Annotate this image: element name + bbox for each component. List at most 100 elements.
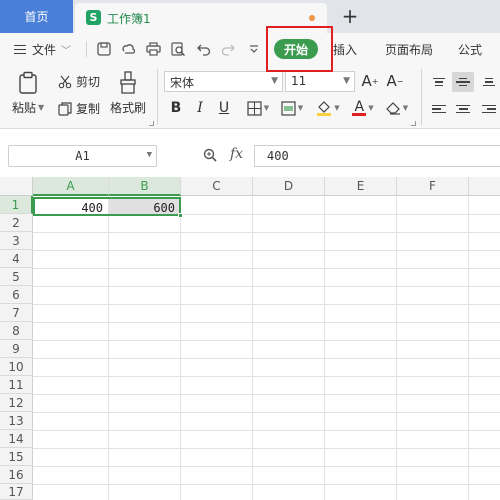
undo-icon[interactable] [196, 41, 212, 57]
spreadsheet-icon: S [86, 10, 101, 25]
row-header-2[interactable]: 2 [0, 214, 33, 232]
align-bottom-button[interactable] [478, 72, 500, 92]
name-box[interactable]: A1 ▼ [8, 145, 157, 167]
hamburger-icon [14, 45, 26, 54]
print-icon[interactable] [145, 41, 161, 57]
formula-input[interactable]: 400 [254, 145, 500, 167]
borders-button[interactable]: ▼ [244, 99, 272, 117]
clear-format-button[interactable]: ▼ [384, 99, 410, 117]
decrease-font-size-button[interactable]: A − [386, 72, 404, 90]
eraser-icon [385, 102, 400, 115]
caret-down-icon: ▼ [343, 76, 350, 86]
customize-toolbar-icon[interactable] [246, 41, 262, 57]
row-header-17[interactable]: 17 [0, 484, 33, 500]
column-header-a[interactable]: A [33, 177, 109, 196]
cut-button[interactable]: 剪切 [58, 73, 100, 90]
align-center-button[interactable] [452, 99, 474, 119]
row-header-7[interactable]: 7 [0, 304, 33, 322]
gridline [252, 196, 253, 500]
column-header-e[interactable]: E [325, 177, 397, 196]
new-tab-button[interactable]: + [338, 4, 362, 28]
row-header-13[interactable]: 13 [0, 412, 33, 430]
tab-page-layout[interactable]: 页面布局 [385, 41, 433, 58]
tab-workbook-label: 工作簿1 [107, 12, 151, 26]
column-header-b[interactable]: B [109, 177, 181, 196]
font-color-button[interactable]: A ▼ [350, 99, 376, 117]
chevron-down-icon: ﹀ [61, 46, 72, 57]
gridline [324, 196, 325, 500]
gridline [33, 430, 500, 431]
select-all-corner[interactable] [0, 177, 33, 196]
column-header-f[interactable]: F [397, 177, 469, 196]
gridline [33, 484, 500, 485]
font-color-swatch [352, 112, 367, 116]
redo-icon[interactable] [220, 41, 236, 57]
save-icon[interactable] [96, 41, 112, 57]
format-painter-button[interactable]: 格式刷 [110, 71, 146, 116]
font-size-select[interactable]: 11 ▼ [285, 71, 355, 92]
fill-color-button[interactable]: ▼ [314, 99, 342, 117]
cell-b1[interactable]: 600 [109, 199, 179, 217]
align-middle-button[interactable] [452, 72, 474, 92]
clipboard-group-expand-icon[interactable] [149, 121, 154, 126]
print-preview-icon[interactable] [170, 41, 186, 57]
row-header-1[interactable]: 1 [0, 196, 33, 214]
file-menu-button[interactable]: 文件 ﹀ [14, 41, 71, 58]
align-top-button[interactable] [428, 72, 450, 92]
zoom-icon[interactable] [203, 148, 217, 162]
spreadsheet-grid[interactable]: A B C D E F 1 2 3 4 5 6 7 8 9 10 11 12 1… [0, 177, 500, 500]
align-right-button[interactable] [478, 99, 500, 119]
tab-formula[interactable]: 公式 [458, 41, 482, 58]
font-name-select[interactable]: 宋体 ▼ [164, 71, 283, 92]
row-header-6[interactable]: 6 [0, 286, 33, 304]
italic-button[interactable]: I [191, 99, 209, 117]
clipboard-icon [19, 71, 37, 94]
row-header-5[interactable]: 5 [0, 268, 33, 286]
column-header-d[interactable]: D [253, 177, 325, 196]
cloud-sync-icon[interactable] [120, 41, 136, 57]
insert-function-button[interactable]: fx [230, 146, 243, 162]
gridline [33, 466, 500, 467]
underline-button[interactable]: U [215, 99, 233, 117]
row-header-11[interactable]: 11 [0, 376, 33, 394]
gridline [108, 196, 109, 500]
tab-home[interactable]: 首页 [0, 0, 73, 33]
row-header-9[interactable]: 9 [0, 340, 33, 358]
row-header-8[interactable]: 8 [0, 322, 33, 340]
row-header-16[interactable]: 16 [0, 466, 33, 484]
file-menu-label: 文件 [32, 43, 57, 57]
copy-button[interactable]: 复制 [58, 100, 100, 117]
gridline [396, 196, 397, 500]
separator [157, 69, 158, 125]
row-header-4[interactable]: 4 [0, 250, 33, 268]
increase-font-size-button[interactable]: A + [361, 72, 379, 90]
formula-bar: A1 ▼ fx 400 [0, 129, 500, 179]
menu-bar: 文件 ﹀ 开始 插入 页面布局 公式 [0, 33, 500, 65]
highlight-box [266, 26, 333, 72]
gridline [33, 250, 500, 251]
row-header-10[interactable]: 10 [0, 358, 33, 376]
format-painter-label: 格式刷 [110, 101, 147, 115]
gridline [468, 196, 469, 500]
ribbon: 粘贴 ▼ 剪切 复制 格式刷 宋体 ▼ 11 ▼ A + A − B I U ▼ ▼ [0, 65, 500, 129]
gridline [33, 448, 500, 449]
column-header-c[interactable]: C [181, 177, 253, 196]
row-header-14[interactable]: 14 [0, 430, 33, 448]
row-header-3[interactable]: 3 [0, 232, 33, 250]
row-header-12[interactable]: 12 [0, 394, 33, 412]
name-box-value: A1 [75, 149, 90, 163]
cell-a1[interactable]: 400 [35, 199, 107, 217]
font-name-value: 宋体 [170, 76, 195, 90]
align-left-button[interactable] [428, 99, 450, 119]
gridline [33, 376, 500, 377]
font-group-expand-icon[interactable] [411, 121, 416, 126]
gridline [33, 412, 500, 413]
cell-style-button[interactable]: ▼ [278, 99, 306, 117]
row-header-15[interactable]: 15 [0, 448, 33, 466]
paste-button[interactable]: 粘贴 ▼ [12, 71, 44, 116]
column-header-g-partial[interactable] [469, 177, 500, 196]
bold-button[interactable]: B [167, 99, 185, 117]
paint-bucket-icon [317, 101, 332, 116]
gridline [33, 340, 500, 341]
tab-insert[interactable]: 插入 [333, 41, 357, 58]
